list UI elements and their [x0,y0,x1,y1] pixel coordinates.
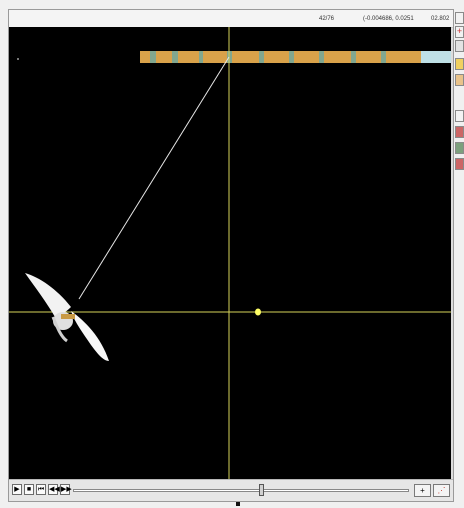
play-button[interactable]: ▶ [12,484,22,495]
tracking-overlay [9,27,451,480]
stop-button[interactable]: ■ [24,484,34,495]
crosshair-icon: + [420,486,425,495]
tracked-bird [25,273,109,361]
plus-icon: + [456,26,463,36]
frame-strip[interactable] [140,51,451,63]
frame-strip-marker [150,51,156,63]
frame-strip-end [421,51,451,63]
resize-handle-bottom-middle[interactable] [236,502,240,506]
right-toolbar: + [455,12,464,172]
rewind-button[interactable]: ◀◀ [48,484,60,495]
bar-tool-button[interactable] [455,126,464,138]
plus-tool-button[interactable]: + [455,26,464,38]
grid-tool-button[interactable] [455,40,464,52]
video-canvas[interactable] [9,27,451,480]
viewer-window: 42/76 (-0.004686, 0.0251 02.802 ▶ ■ ⏮ ◀◀… [8,9,454,502]
time-readout: 02.802 [431,16,450,22]
scatter-icon: ⋰ [437,486,446,495]
frame-strip-marker [351,51,356,63]
frame-strip-marker [259,51,264,63]
note-tool-button[interactable] [455,74,464,86]
crosshair-tool-button[interactable]: + [414,484,431,497]
playback-bar: ▶ ■ ⏮ ◀◀ ▶▶ + ⋰ [9,479,453,501]
step-back-button[interactable]: ⏮ [36,484,46,495]
frame-strip-marker [381,51,386,63]
stripe-tool-button-1[interactable] [455,142,464,154]
cursor-coordinates: (-0.004686, 0.0251 [363,16,414,22]
scatter-tool-button[interactable]: ⋰ [433,484,450,497]
tracer-line [78,56,230,300]
status-bar: 42/76 (-0.004686, 0.0251 02.802 [9,10,453,28]
frame-strip-marker [172,51,178,63]
stripe-tool-button-2[interactable] [455,158,464,170]
square-tool-button[interactable] [455,12,464,24]
frame-strip-marker [289,51,294,63]
frame-strip-marker [319,51,324,63]
timeline-slider-thumb[interactable] [259,484,265,496]
fast-forward-button[interactable]: ▶▶ [60,484,72,495]
frame-strip-bar [140,51,451,63]
cursor-marker[interactable] [255,308,261,316]
ruler-tool-button[interactable] [455,58,464,70]
frame-strip-marker [199,51,203,63]
chart-tool-button[interactable] [455,110,464,122]
dust-speck [17,58,19,60]
frame-counter: 42/76 [319,16,335,22]
timeline-slider[interactable] [73,489,409,492]
